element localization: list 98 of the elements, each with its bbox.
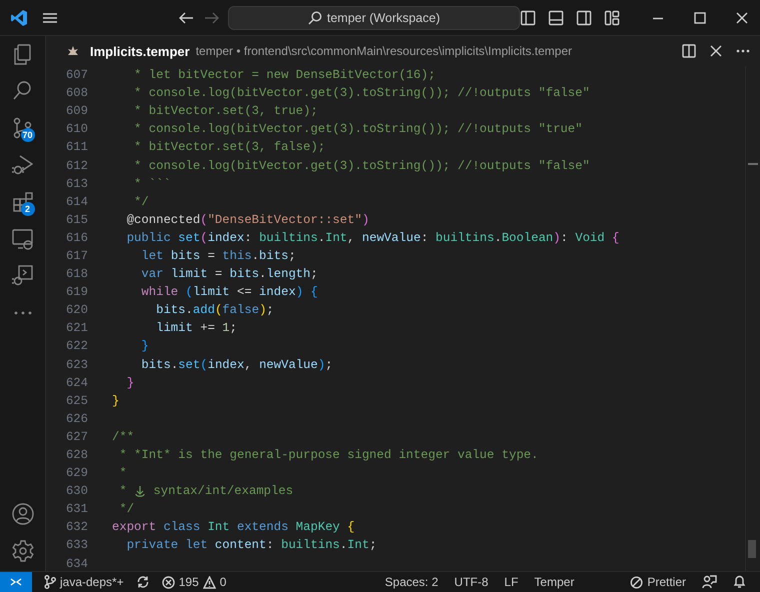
code-line: * bitVector.set(3, true); xyxy=(133,104,318,118)
badge: 70 xyxy=(20,128,35,142)
code-line: * *Int* is the general-purpose signed integer value type. xyxy=(118,448,538,462)
line-number: 632 xyxy=(64,520,88,534)
line-number: 626 xyxy=(64,412,88,426)
line-number: 625 xyxy=(64,394,88,408)
line-number: 613 xyxy=(64,176,88,191)
line-number: 630 xyxy=(64,484,88,498)
line-number: 624 xyxy=(64,376,88,390)
settings-icon[interactable] xyxy=(10,539,34,563)
line-number: 608 xyxy=(64,86,88,100)
code-line: * console.log(bitVector.get(3).toString()); //!outputs "false" xyxy=(133,158,590,173)
error-count[interactable]: 195 xyxy=(178,575,199,589)
terminal-bug-icon[interactable] xyxy=(10,264,34,288)
line-number: 618 xyxy=(64,267,88,282)
line-number: 633 xyxy=(64,538,88,552)
code-line: private let content: builtins.Int; xyxy=(126,538,377,552)
sidebar-layout-icon[interactable] xyxy=(520,10,536,26)
branch-icon xyxy=(44,575,56,589)
line-number: 607 xyxy=(64,68,88,82)
line-number: 628 xyxy=(64,448,88,462)
line-number: 634 xyxy=(64,556,88,571)
line-number: 622 xyxy=(64,339,88,354)
line-number: 611 xyxy=(64,140,88,154)
code-line: bits.add(false); xyxy=(155,303,274,318)
account-icon[interactable] xyxy=(10,502,34,526)
feedback-icon[interactable] xyxy=(702,575,717,589)
command-center-search[interactable]: temper (Workspace) xyxy=(228,6,520,30)
warning-icon xyxy=(202,576,216,588)
line-number: 620 xyxy=(64,303,88,318)
code-line: * console.log(bitVector.get(3).toString()); //!outputs "true" xyxy=(133,122,582,136)
breadcrumb-path: temper • frontend\src\commonMain\resources\implicits\Implicits.temper xyxy=(196,44,574,58)
vscode-logo-icon xyxy=(10,8,28,26)
code-line: export class Int extends MapKey { xyxy=(112,520,355,534)
formatter-status[interactable]: Prettier xyxy=(647,575,686,589)
line-number: 614 xyxy=(64,194,88,209)
line-number: 617 xyxy=(64,248,88,263)
blocks-icon[interactable] xyxy=(10,190,34,214)
play-bug-icon[interactable] xyxy=(10,153,34,177)
split-editor-icon[interactable] xyxy=(682,44,696,58)
bell-icon[interactable] xyxy=(733,575,746,589)
line-number: 615 xyxy=(64,212,88,227)
code-line: } xyxy=(126,376,134,390)
code-line: } xyxy=(140,339,149,354)
remote-icon xyxy=(10,576,22,588)
code-line: public set(index: builtins.Int, newValue: builtins.Boolean): Void { xyxy=(126,230,620,245)
line-number: 610 xyxy=(64,122,88,136)
back-arrow-icon[interactable] xyxy=(178,10,194,24)
code-line: /** xyxy=(112,430,134,444)
monitor-icon[interactable] xyxy=(10,227,34,251)
error-icon xyxy=(162,576,175,588)
code-line: while (limit <= index) { xyxy=(140,285,318,300)
sync-icon[interactable] xyxy=(136,575,150,589)
line-number: 609 xyxy=(64,104,88,118)
line-number: 627 xyxy=(64,430,88,444)
code-line: let bits = this.bits; xyxy=(140,248,296,263)
panel-layout-icon[interactable] xyxy=(548,10,564,26)
code-line: * let bitVector = new DenseBitVector(16); xyxy=(133,68,436,82)
line-number: 629 xyxy=(64,466,88,480)
status-item[interactable]: UTF-8 xyxy=(454,575,488,589)
hand-pointer-icon xyxy=(134,484,146,498)
code-line: bits.set(index, newValue); xyxy=(140,358,333,372)
line-number: 616 xyxy=(64,230,88,245)
maximize-icon[interactable] xyxy=(694,12,706,24)
more-icon[interactable] xyxy=(736,49,750,53)
tab-title[interactable]: Implicits.temper xyxy=(90,44,190,58)
prohibited-icon xyxy=(630,576,644,588)
close-icon[interactable] xyxy=(710,45,722,57)
status-item[interactable]: LF xyxy=(504,575,518,589)
code-line: * bitVector.set(3, false); xyxy=(133,140,326,154)
menu-icon[interactable] xyxy=(42,12,58,24)
layout-grid-icon[interactable] xyxy=(604,10,620,26)
code-line: * ``` xyxy=(133,176,171,191)
remote-button[interactable] xyxy=(0,572,32,592)
code-line: * console.log(bitVector.get(3).toString()); //!outputs "false" xyxy=(133,86,590,100)
code-line: @connected("DenseBitVector::set") xyxy=(126,212,370,227)
code-line: * xyxy=(118,466,127,480)
temper-file-icon xyxy=(66,44,80,58)
search-icon xyxy=(308,10,322,24)
line-number: 621 xyxy=(64,321,88,336)
code-line: var limit = bits.length; xyxy=(140,267,318,282)
badge: 2 xyxy=(20,202,34,216)
line-number: 631 xyxy=(64,502,88,516)
close-icon[interactable] xyxy=(736,12,748,24)
branch-name[interactable]: java-deps*+ xyxy=(60,575,124,589)
code-line: */ xyxy=(118,502,134,516)
line-number: 612 xyxy=(64,158,88,173)
warning-count[interactable]: 0 xyxy=(220,575,226,589)
code-line: * syntax/int/examples xyxy=(118,484,294,498)
line-number: 623 xyxy=(64,358,88,372)
line-number: 619 xyxy=(64,285,88,300)
scrollbar[interactable] xyxy=(745,66,760,571)
status-item[interactable]: Spaces: 2 xyxy=(384,575,438,589)
status-item[interactable]: Temper xyxy=(534,575,574,589)
code-line: } xyxy=(112,394,120,408)
code-line: */ xyxy=(133,194,149,209)
code-line: limit += 1; xyxy=(155,321,237,336)
secondary-sidebar-icon[interactable] xyxy=(576,10,592,26)
